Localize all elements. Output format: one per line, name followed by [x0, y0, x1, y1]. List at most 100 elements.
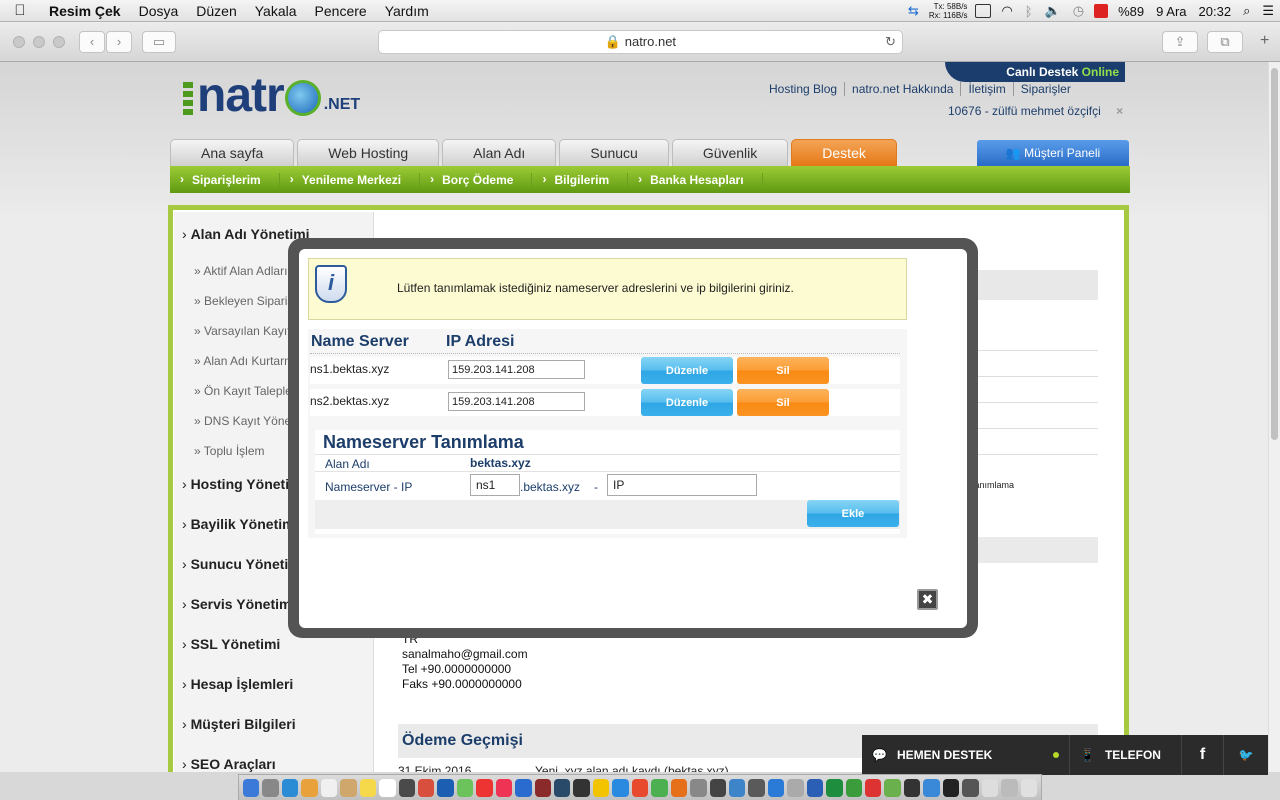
forward-arrow-icon[interactable]: › — [106, 31, 132, 53]
app-icon[interactable] — [845, 778, 862, 797]
close-window-icon[interactable] — [13, 36, 25, 48]
delete-button[interactable]: Sil — [737, 389, 829, 416]
scrollbar-thumb[interactable] — [1271, 68, 1278, 440]
sidebar-heading-alan-adi[interactable]: Alan Adı Yönetimi — [182, 226, 310, 242]
natro-logo[interactable]: natr .NET — [183, 72, 360, 120]
contacts-icon[interactable] — [340, 778, 357, 797]
sidebar-heading-bayilik[interactable]: Bayilik Yönetimi — [182, 516, 299, 532]
app-icon[interactable] — [962, 778, 979, 797]
menu-dosya[interactable]: Dosya — [130, 3, 188, 19]
new-tab-icon[interactable]: + — [1260, 32, 1269, 50]
add-button[interactable]: Ekle — [807, 500, 899, 527]
app-icon[interactable] — [903, 778, 921, 797]
tab-web-hosting[interactable]: Web Hosting — [297, 139, 440, 166]
bridge-icon[interactable] — [534, 778, 551, 797]
app-icon[interactable] — [1001, 778, 1018, 797]
minimize-window-icon[interactable] — [33, 36, 45, 48]
launchpad-icon[interactable] — [262, 778, 279, 797]
sidebar-heading-sunucu[interactable]: Sunucu Yönetimi — [182, 556, 305, 572]
sidebar-heading-hesap[interactable]: Hesap İşlemleri — [182, 676, 294, 692]
notification-center-icon[interactable]: ☰ — [1256, 3, 1280, 19]
app-icon[interactable] — [923, 778, 940, 797]
notes-icon[interactable] — [359, 778, 377, 797]
menu-pencere[interactable]: Pencere — [306, 3, 376, 19]
zoom-window-icon[interactable] — [53, 36, 65, 48]
menu-yakala[interactable]: Yakala — [246, 3, 306, 19]
sidebar-heading-hosting[interactable]: Hosting Yönetimi — [182, 476, 306, 492]
menu-duzen[interactable]: Düzen — [187, 3, 245, 19]
tab-alan-adi[interactable]: Alan Adı — [442, 139, 557, 166]
app-icon[interactable] — [981, 778, 999, 797]
musteri-paneli-button[interactable]: 👥 Müşteri Paneli — [977, 140, 1129, 166]
turkish-flag-icon[interactable] — [1094, 4, 1109, 18]
word-icon[interactable] — [806, 778, 824, 797]
opera-icon[interactable] — [631, 778, 649, 797]
row-ip-input[interactable] — [448, 360, 585, 379]
menu-app-name[interactable]: Resim Çek — [40, 3, 130, 19]
app-icon[interactable] — [884, 778, 901, 797]
address-bar[interactable]: 🔒 natro.net ↻ — [378, 30, 903, 54]
app-icon[interactable] — [301, 778, 318, 797]
app-icon[interactable] — [942, 778, 960, 797]
app-icon[interactable] — [709, 778, 726, 797]
link-iletisim[interactable]: İletişim — [961, 82, 1014, 96]
back-arrow-icon[interactable]: ‹ — [79, 31, 105, 53]
link-hakkinda[interactable]: natro.net Hakkında — [845, 82, 962, 96]
spotlight-icon[interactable]: ⌕ — [1237, 3, 1256, 19]
subnav-banka[interactable]: Banka Hesapları — [628, 172, 763, 187]
tabs-overview-icon[interactable]: ⧉ — [1207, 31, 1243, 53]
app-icon[interactable] — [690, 778, 707, 797]
app-icon[interactable] — [728, 778, 746, 797]
delete-button[interactable]: Sil — [737, 357, 829, 384]
telefon-button[interactable]: 📱 TELEFON — [1070, 735, 1182, 775]
chrome-icon[interactable] — [651, 778, 668, 797]
time-machine-icon[interactable]: ◷ — [1067, 3, 1090, 19]
subnav-siparislerim[interactable]: Siparişlerim — [170, 172, 280, 187]
app-icon[interactable] — [865, 778, 882, 797]
app-icon[interactable] — [281, 778, 299, 797]
hemen-destek-button[interactable]: 💬 HEMEN DESTEK — [862, 735, 1070, 775]
link-hosting-blog[interactable]: Hosting Blog — [762, 82, 846, 96]
calendar-icon[interactable] — [320, 778, 338, 797]
tab-destek[interactable]: Destek — [791, 139, 897, 166]
firefox-icon[interactable] — [670, 778, 688, 797]
app-icon[interactable] — [456, 778, 474, 797]
twitter-icon[interactable]: 🐦 — [1224, 735, 1268, 775]
app-icon[interactable] — [787, 778, 804, 797]
ip-input[interactable] — [607, 474, 757, 496]
trash-icon[interactable] — [1020, 778, 1037, 797]
subnav-bilgilerim[interactable]: Bilgilerim — [532, 172, 629, 187]
app-icon[interactable] — [826, 778, 843, 797]
app-icon[interactable] — [476, 778, 493, 797]
reminders-icon[interactable] — [379, 778, 396, 797]
battery-percent[interactable]: %89 — [1112, 4, 1150, 19]
modal-close-button[interactable]: ✖ — [917, 589, 938, 610]
finder-icon[interactable] — [243, 778, 260, 797]
live-support-banner[interactable]: Canlı Destek Online — [945, 62, 1125, 82]
tab-ana-sayfa[interactable]: Ana sayfa — [170, 139, 295, 166]
tab-guvenlik[interactable]: Güvenlik — [671, 139, 789, 166]
menu-yardim[interactable]: Yardım — [376, 3, 438, 19]
keyboard-icon[interactable] — [975, 4, 992, 18]
photoshop-icon[interactable] — [515, 778, 532, 797]
teamviewer-icon[interactable]: ⇆ — [902, 3, 925, 19]
ns-prefix-input[interactable] — [470, 474, 520, 496]
app-icon[interactable] — [592, 778, 610, 797]
logout-close-icon[interactable]: × — [1116, 104, 1123, 118]
app-icon[interactable] — [495, 778, 513, 797]
edit-button[interactable]: Düzenle — [641, 389, 733, 416]
app-icon[interactable] — [573, 778, 590, 797]
sidebar-toggle-icon[interactable]: ▭ — [142, 31, 176, 53]
clock[interactable]: 20:32 — [1193, 4, 1238, 19]
apple-menu-icon[interactable]:  — [0, 2, 40, 19]
sidebar-heading-seo[interactable]: SEO Araçları — [182, 756, 276, 772]
page-scrollbar[interactable] — [1268, 62, 1280, 772]
lightroom-icon[interactable] — [554, 778, 571, 797]
app-icon[interactable] — [398, 778, 415, 797]
subnav-yenileme[interactable]: Yenileme Merkezi — [280, 172, 421, 187]
facebook-icon[interactable]: f — [1182, 735, 1224, 775]
app-icon[interactable] — [437, 778, 454, 797]
wifi-icon[interactable]: ◠ — [995, 3, 1018, 19]
subnav-borc-odeme[interactable]: Borç Ödeme — [420, 172, 533, 187]
app-icon[interactable] — [748, 778, 765, 797]
